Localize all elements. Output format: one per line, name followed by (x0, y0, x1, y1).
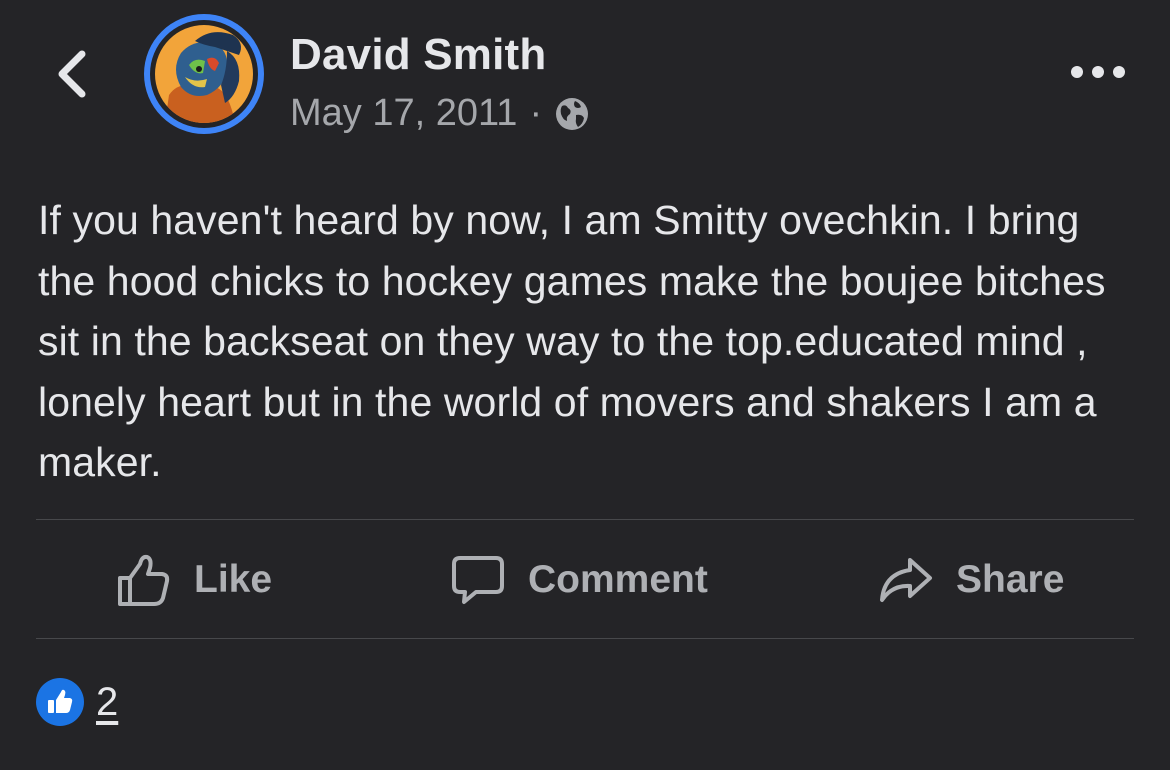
meta-separator: · (529, 92, 543, 134)
reactions-summary[interactable]: 2 (36, 678, 118, 726)
post-text: If you haven't heard by now, I am Smitty… (38, 197, 1106, 485)
comment-button[interactable]: Comment (450, 520, 708, 639)
reaction-count[interactable]: 2 (96, 680, 118, 725)
more-options-button[interactable] (1066, 54, 1130, 94)
share-arrow-icon (878, 552, 934, 608)
share-label: Share (956, 557, 1065, 601)
globe-icon (554, 96, 590, 132)
post-date[interactable]: May 17, 2011 (290, 92, 517, 135)
back-button[interactable] (46, 46, 96, 106)
comment-icon (450, 552, 506, 608)
action-bar: Like Comment Share (36, 520, 1134, 639)
thumbs-up-icon (116, 552, 172, 608)
more-horizontal-icon (1070, 65, 1126, 84)
like-button[interactable]: Like (116, 520, 272, 639)
comment-label: Comment (528, 557, 708, 601)
like-label: Like (194, 557, 273, 601)
chevron-left-icon (54, 49, 88, 104)
like-reaction-icon (36, 678, 84, 726)
post-meta: May 17, 2011 · (290, 92, 590, 135)
avatar-image (150, 20, 258, 128)
share-button[interactable]: Share (878, 520, 1064, 639)
author-name[interactable]: David Smith (290, 30, 546, 80)
avatar[interactable] (144, 14, 264, 134)
